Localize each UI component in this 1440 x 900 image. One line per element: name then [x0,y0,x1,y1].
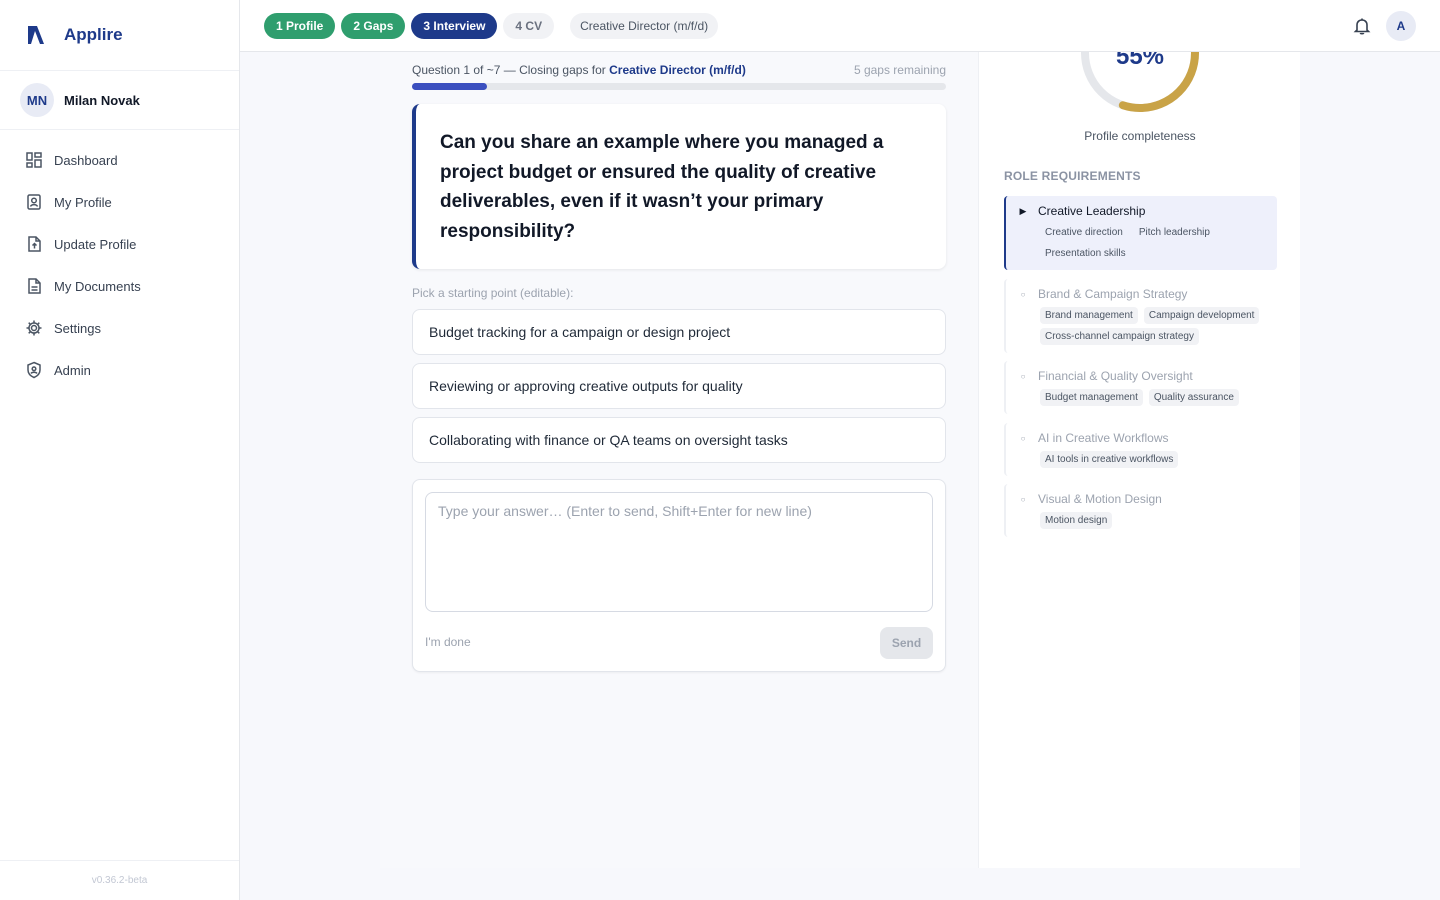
bell-icon[interactable] [1352,16,1372,36]
app-name: Applire [64,25,123,44]
requirement-tag: Budget management [1040,389,1143,406]
requirement-name: AI in Creative Workflows [1038,431,1169,445]
suggestion-option[interactable]: Reviewing or approving creative outputs … [412,363,946,409]
requirement-name: Visual & Motion Design [1038,492,1162,506]
role-link[interactable]: Creative Director (m/f/d) [609,63,746,77]
requirement-tag: Creative direction [1045,227,1123,238]
profile-completeness-value: 55% [1116,52,1164,70]
top-bar: 1 Profile 2 Gaps 3 Interview 4 CV Creati… [240,0,1440,52]
sidebar-item-update-profile[interactable]: Update Profile [0,223,239,265]
sidebar-item-my-documents[interactable]: My Documents [0,265,239,307]
sidebar-item-label: Dashboard [54,152,118,168]
sidebar-footer: v0.36.2-beta [0,860,239,900]
answer-composer: I'm done Send [412,479,946,672]
suggestion-option[interactable]: Budget tracking for a campaign or design… [412,309,946,355]
requirement-name: Brand & Campaign Strategy [1038,287,1188,301]
sidebar-nav: Dashboard My Profile Update Profile My D… [0,130,239,391]
profile-completeness-ring: 55% [1081,52,1199,112]
requirement-financial-quality-oversight[interactable]: ○ Financial & Quality Oversight Budget ma… [1004,361,1277,414]
upload-file-icon [28,236,41,252]
requirement-brand-campaign-strategy[interactable]: ○ Brand & Campaign Strategy Brand managem… [1004,279,1277,353]
dashboard-icon [26,152,42,168]
requirements-panel: 55% Profile completeness ROLE REQUIREMEN… [978,52,1300,868]
requirement-ai-creative-workflows[interactable]: ○ AI in Creative Workflows AI tools in cr… [1004,423,1277,476]
suggestions-label: Pick a starting point (editable): [412,286,574,300]
account-avatar[interactable]: A [1386,11,1416,41]
user-avatar: MN [20,83,54,117]
progress-meta: Question 1 of ~7 — Closing gaps for Crea… [412,63,946,79]
sidebar-item-label: My Profile [54,194,112,210]
gaps-remaining: 5 gaps remaining [853,63,946,77]
progress-text: Question 1 of ~7 — Closing gaps for [412,63,610,77]
requirement-tag: AI tools in creative workflows [1040,451,1179,468]
profile-icon [27,194,41,210]
step-cv[interactable]: 4 CV [503,12,555,39]
interview-progress-fill [412,83,487,90]
sidebar-item-label: Settings [54,320,101,336]
requirement-creative-leadership[interactable]: ▶ Creative Leadership Creative direction … [1004,196,1277,270]
requirement-name: Creative Leadership [1038,204,1146,218]
requirement-name: Financial & Quality Oversight [1038,369,1193,383]
circle-outline-icon: ○ [1020,494,1026,504]
suggestion-option[interactable]: Collaborating with finance or QA teams o… [412,417,946,463]
requirements-title: ROLE REQUIREMENTS [1004,169,1141,183]
svg-text:A: A [33,36,40,46]
requirement-tag: Motion design [1040,512,1113,529]
sidebar-item-label: My Documents [54,278,141,294]
requirement-tag: Brand management [1040,307,1138,324]
question-text: Can you share an example where you manag… [440,132,884,242]
sidebar-item-settings[interactable]: Settings [0,307,239,349]
step-gaps[interactable]: 2 Gaps [341,12,406,39]
answer-input[interactable] [425,492,933,612]
send-button[interactable]: Send [880,627,933,659]
user-row[interactable]: MN Milan Novak [0,71,239,130]
sidebar-item-my-profile[interactable]: My Profile [0,181,239,223]
sidebar-item-dashboard[interactable]: Dashboard [0,139,239,181]
im-done-button[interactable]: I'm done [425,635,471,649]
requirement-tag: Presentation skills [1045,248,1126,259]
profile-completeness-label: Profile completeness [1084,129,1196,143]
step-profile[interactable]: 1 Profile [264,12,336,39]
interview-panel: Question 1 of ~7 — Closing gaps for Crea… [380,52,978,868]
sidebar-item-admin[interactable]: Admin [0,349,239,391]
step-interview[interactable]: 3 Interview [411,12,498,39]
target-role-chip: Creative Director (m/f/d) [570,12,719,39]
sidebar-item-label: Admin [54,362,91,378]
requirement-tag: Cross-channel campaign strategy [1040,328,1199,345]
user-name: Milan Novak [64,92,140,108]
sidebar-item-label: Update Profile [54,236,137,252]
document-icon [28,278,41,294]
interview-progress-bar [412,83,946,90]
requirement-visual-motion-design[interactable]: ○ Visual & Motion Design Motion design [1004,484,1277,537]
circle-outline-icon: ○ [1020,289,1026,299]
gear-icon [26,320,42,336]
requirement-tag: Pitch leadership [1138,227,1210,238]
brand[interactable]: A Applire [0,0,239,71]
requirement-tag: Campaign development [1143,307,1260,324]
circle-outline-icon: ○ [1020,371,1026,381]
play-triangle-icon: ▶ [1019,205,1027,216]
circle-outline-icon: ○ [1020,433,1026,443]
shield-user-icon [27,361,41,379]
question-card: Can you share an example where you manag… [412,104,946,269]
applire-logo-icon: A [28,26,44,46]
sidebar: A Applire MN Milan Novak Dashboard My Pr… [0,0,240,900]
requirement-tag: Quality assurance [1148,389,1239,406]
app-version: v0.36.2-beta [91,875,148,886]
